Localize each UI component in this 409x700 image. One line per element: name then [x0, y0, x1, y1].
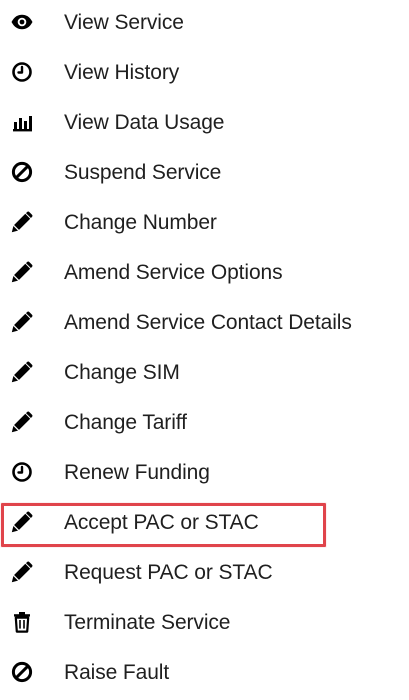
pencil-icon — [10, 210, 34, 234]
menu-item-label: Amend Service Contact Details — [64, 311, 352, 334]
menu-item-suspend-service[interactable]: Suspend Service — [0, 150, 409, 200]
menu-item-view-history[interactable]: View History — [0, 50, 409, 100]
menu-item-renew-funding[interactable]: Renew Funding — [0, 450, 409, 500]
menu-item-label: Amend Service Options — [64, 261, 283, 284]
eye-icon — [10, 10, 34, 34]
menu-item-label: Renew Funding — [64, 461, 210, 484]
menu-item-terminate-service[interactable]: Terminate Service — [0, 600, 409, 650]
menu-item-change-sim[interactable]: Change SIM — [0, 350, 409, 400]
pencil-icon — [10, 310, 34, 334]
ban-icon — [10, 160, 34, 184]
bar-chart-icon — [10, 110, 34, 134]
menu-item-request-pac-or-stac[interactable]: Request PAC or STAC — [0, 550, 409, 600]
pencil-icon — [10, 560, 34, 584]
menu-item-label: Request PAC or STAC — [64, 561, 273, 584]
menu-item-accept-pac-or-stac[interactable]: Accept PAC or STAC — [0, 500, 409, 550]
menu-item-label: Accept PAC or STAC — [64, 511, 259, 534]
pencil-icon — [10, 260, 34, 284]
menu-item-label: Suspend Service — [64, 161, 222, 184]
menu-item-label: Change Tariff — [64, 411, 187, 434]
menu-item-label: Change SIM — [64, 361, 180, 384]
trash-icon — [10, 610, 34, 634]
menu-item-amend-service-contact-details[interactable]: Amend Service Contact Details — [0, 300, 409, 350]
menu-item-label: Terminate Service — [64, 611, 231, 634]
menu-item-label: View Data Usage — [64, 111, 225, 134]
menu-item-view-data-usage[interactable]: View Data Usage — [0, 100, 409, 150]
menu-item-label: View History — [64, 61, 180, 84]
pencil-icon — [10, 510, 34, 534]
service-actions-menu: View Service View History View Data Usag… — [0, 0, 409, 686]
menu-item-view-service[interactable]: View Service — [0, 0, 409, 50]
menu-item-change-number[interactable]: Change Number — [0, 200, 409, 250]
menu-item-raise-fault[interactable]: Raise Fault — [0, 650, 409, 700]
pencil-icon — [10, 360, 34, 384]
menu-item-label: Change Number — [64, 211, 217, 234]
pencil-icon — [10, 410, 34, 434]
ban-icon — [10, 660, 34, 684]
menu-item-change-tariff[interactable]: Change Tariff — [0, 400, 409, 450]
menu-item-amend-service-options[interactable]: Amend Service Options — [0, 250, 409, 300]
menu-item-label: View Service — [64, 11, 184, 34]
clock-icon — [10, 460, 34, 484]
clock-icon — [10, 60, 34, 84]
menu-item-label: Raise Fault — [64, 661, 170, 684]
